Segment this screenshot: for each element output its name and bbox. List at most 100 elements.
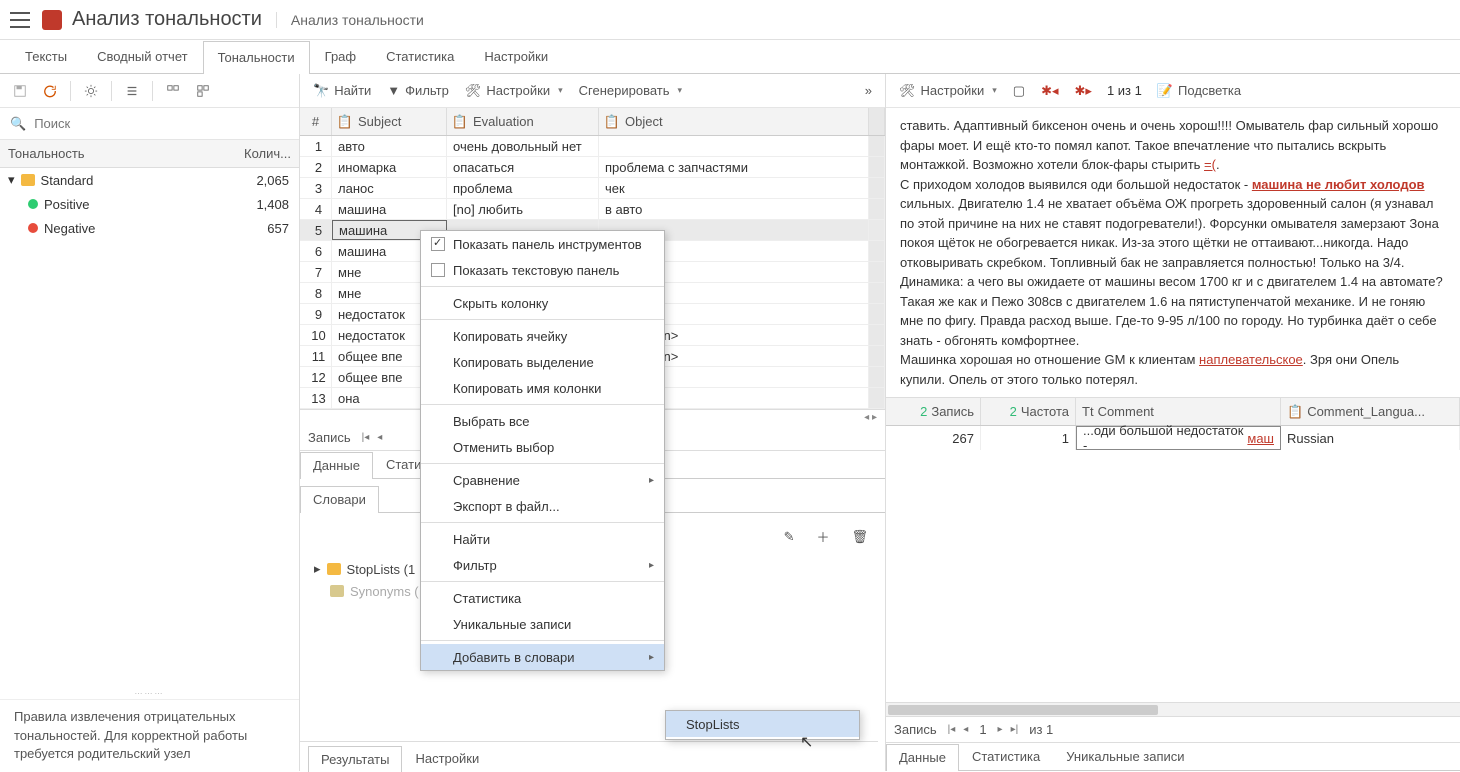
tab-sentiments[interactable]: Тональности [203, 41, 310, 74]
rtab-unique[interactable]: Уникальные записи [1053, 743, 1197, 770]
cell-eval: опасаться [447, 157, 599, 177]
grid-scrollbar[interactable] [869, 108, 885, 135]
right-h-scrollbar[interactable] [886, 703, 1460, 717]
doc-highlight: =( [1204, 157, 1216, 172]
btab-results[interactable]: Результаты [308, 746, 402, 772]
nav-next-icon[interactable]: ▸ [995, 724, 1006, 735]
ctx-deselect[interactable]: Отменить выбор [421, 434, 664, 460]
cell-subject: иномарка [332, 157, 447, 177]
resize-grip-icon[interactable]: ⋯⋯⋯ [0, 689, 299, 699]
ctx-statistics[interactable]: Статистика [421, 585, 664, 611]
grid-row[interactable]: 4машина[no] любитьв авто [300, 199, 885, 220]
type-icon: 📋 [338, 115, 352, 129]
tree-col-count[interactable]: Колич... [239, 146, 299, 161]
btab-settings[interactable]: Настройки [402, 745, 492, 771]
spark1-icon[interactable]: ✱◂ [1034, 79, 1065, 103]
save-icon[interactable] [6, 80, 34, 102]
r-settings-button[interactable]: 🛠Настройки [892, 79, 1004, 103]
nav-prev-icon[interactable]: ◂ [374, 432, 385, 443]
tree-count: 2,065 [239, 173, 299, 188]
mid-toolbar: 🔭Найти ▼Фильтр 🛠Настройки Сгенерировать … [300, 74, 885, 108]
cell-eval: проблема [447, 178, 599, 198]
edit-icon[interactable]: ✎ [777, 523, 802, 550]
generate-button[interactable]: Сгенерировать [572, 79, 689, 102]
highlight-button[interactable]: 📝Подсветка [1150, 79, 1248, 103]
nav-last-icon[interactable]: ▸| [1008, 724, 1022, 735]
ctx-copy-colname[interactable]: Копировать имя колонки [421, 375, 664, 401]
ctx-filter[interactable]: Фильтр [421, 552, 664, 578]
tree-row-negative[interactable]: Negative 657 [0, 216, 299, 240]
rcol-freq[interactable]: 2Частота [981, 398, 1076, 425]
find-button[interactable]: 🔭Найти [306, 79, 378, 103]
filter-button[interactable]: ▼Фильтр [380, 79, 456, 102]
refresh-icon[interactable] [36, 80, 64, 102]
cell-num: 8 [300, 283, 332, 303]
tab-stats[interactable]: Статистика [371, 40, 469, 73]
cell-record: 267 [886, 426, 981, 450]
tree-col-sentiment[interactable]: Тональность [0, 146, 239, 161]
overflow-icon[interactable]: » [858, 79, 879, 102]
add-icon[interactable]: ＋ [809, 523, 836, 550]
nav-first-icon[interactable]: |◂ [359, 432, 373, 443]
tab-texts[interactable]: Тексты [10, 40, 82, 73]
tab-summary[interactable]: Сводный отчет [82, 40, 203, 73]
list-icon[interactable] [118, 80, 146, 102]
tree-count: 657 [239, 221, 299, 236]
spark2-icon[interactable]: ✱▸ [1068, 79, 1099, 103]
ctx-find[interactable]: Найти [421, 526, 664, 552]
rtab-stats[interactable]: Статистика [959, 743, 1053, 770]
document-text[interactable]: ставить. Адаптивный биксенон очень и оче… [886, 108, 1460, 397]
ctx-export[interactable]: Экспорт в файл... [421, 493, 664, 519]
grid-row[interactable]: 3ланоспроблемачек [300, 178, 885, 199]
window-icon[interactable]: ▢ [1006, 79, 1032, 103]
tree-row-standard[interactable]: ▾Standard 2,065 [0, 168, 299, 192]
type-icon: 📋 [605, 115, 619, 129]
ctx-copy-cell[interactable]: Копировать ячейку [421, 323, 664, 349]
page-total: из 1 [1029, 722, 1053, 737]
result-row[interactable]: 267 1 ...оди большой недостаток - маш Ru… [886, 426, 1460, 450]
col-subject[interactable]: 📋Subject [332, 108, 447, 135]
settings-button[interactable]: 🛠Настройки [458, 79, 570, 103]
nav-first-icon[interactable]: |◂ [945, 724, 959, 735]
grid1-icon[interactable] [159, 80, 187, 102]
ctx-add-to-dict[interactable]: Добавить в словари [421, 644, 664, 670]
rcol-lang[interactable]: 📋Comment_Langua... [1281, 398, 1460, 425]
tree-label: Negative [44, 221, 95, 236]
rcol-record[interactable]: 2Запись [886, 398, 981, 425]
ctx-show-textpanel[interactable]: Показать текстовую панель [421, 257, 664, 283]
ctx-hide-column[interactable]: Скрыть колонку [421, 290, 664, 316]
col-evaluation[interactable]: 📋Evaluation [447, 108, 599, 135]
cell-eval: [no] любить [447, 199, 599, 219]
grid-row[interactable]: 1автоочень довольный нет [300, 136, 885, 157]
rcol-comment[interactable]: TtComment [1076, 398, 1281, 425]
gear-icon[interactable] [77, 80, 105, 102]
tab-dictionaries[interactable]: Словари [300, 486, 379, 513]
ctx-unique[interactable]: Уникальные записи [421, 611, 664, 637]
cell-lang: Russian [1281, 426, 1460, 450]
tab-settings[interactable]: Настройки [469, 40, 563, 73]
tree-row-positive[interactable]: Positive 1,408 [0, 192, 299, 216]
grid2-icon[interactable] [189, 80, 217, 102]
menu-icon[interactable] [10, 12, 30, 28]
num-icon: 2 [920, 404, 927, 419]
search-input[interactable] [34, 116, 289, 131]
expand-icon[interactable]: ▾ [8, 172, 15, 188]
cell-subject: машина [332, 199, 447, 219]
subtab-data[interactable]: Данные [300, 452, 373, 479]
col-object[interactable]: 📋Object [599, 108, 869, 135]
tab-graph[interactable]: Граф [310, 40, 371, 73]
nav-prev-icon[interactable]: ◂ [960, 724, 971, 735]
wrench-icon: 🛠 [465, 83, 482, 99]
folder-icon [21, 174, 35, 186]
ctx-sub-stoplists[interactable]: StopLists [666, 711, 859, 737]
expand-icon[interactable]: ▸ [314, 561, 321, 577]
ctx-select-all[interactable]: Выбрать все [421, 408, 664, 434]
ctx-compare[interactable]: Сравнение [421, 467, 664, 493]
right-subtabs: Данные Статистика Уникальные записи [886, 743, 1460, 771]
ctx-copy-selection[interactable]: Копировать выделение [421, 349, 664, 375]
rtab-data[interactable]: Данные [886, 744, 959, 771]
col-num[interactable]: # [300, 108, 332, 135]
delete-icon[interactable]: 🗑 [844, 523, 875, 550]
ctx-show-toolbar[interactable]: Показать панель инструментов [421, 231, 664, 257]
grid-row[interactable]: 2иномаркаопасатьсяпроблема с запчастями [300, 157, 885, 178]
